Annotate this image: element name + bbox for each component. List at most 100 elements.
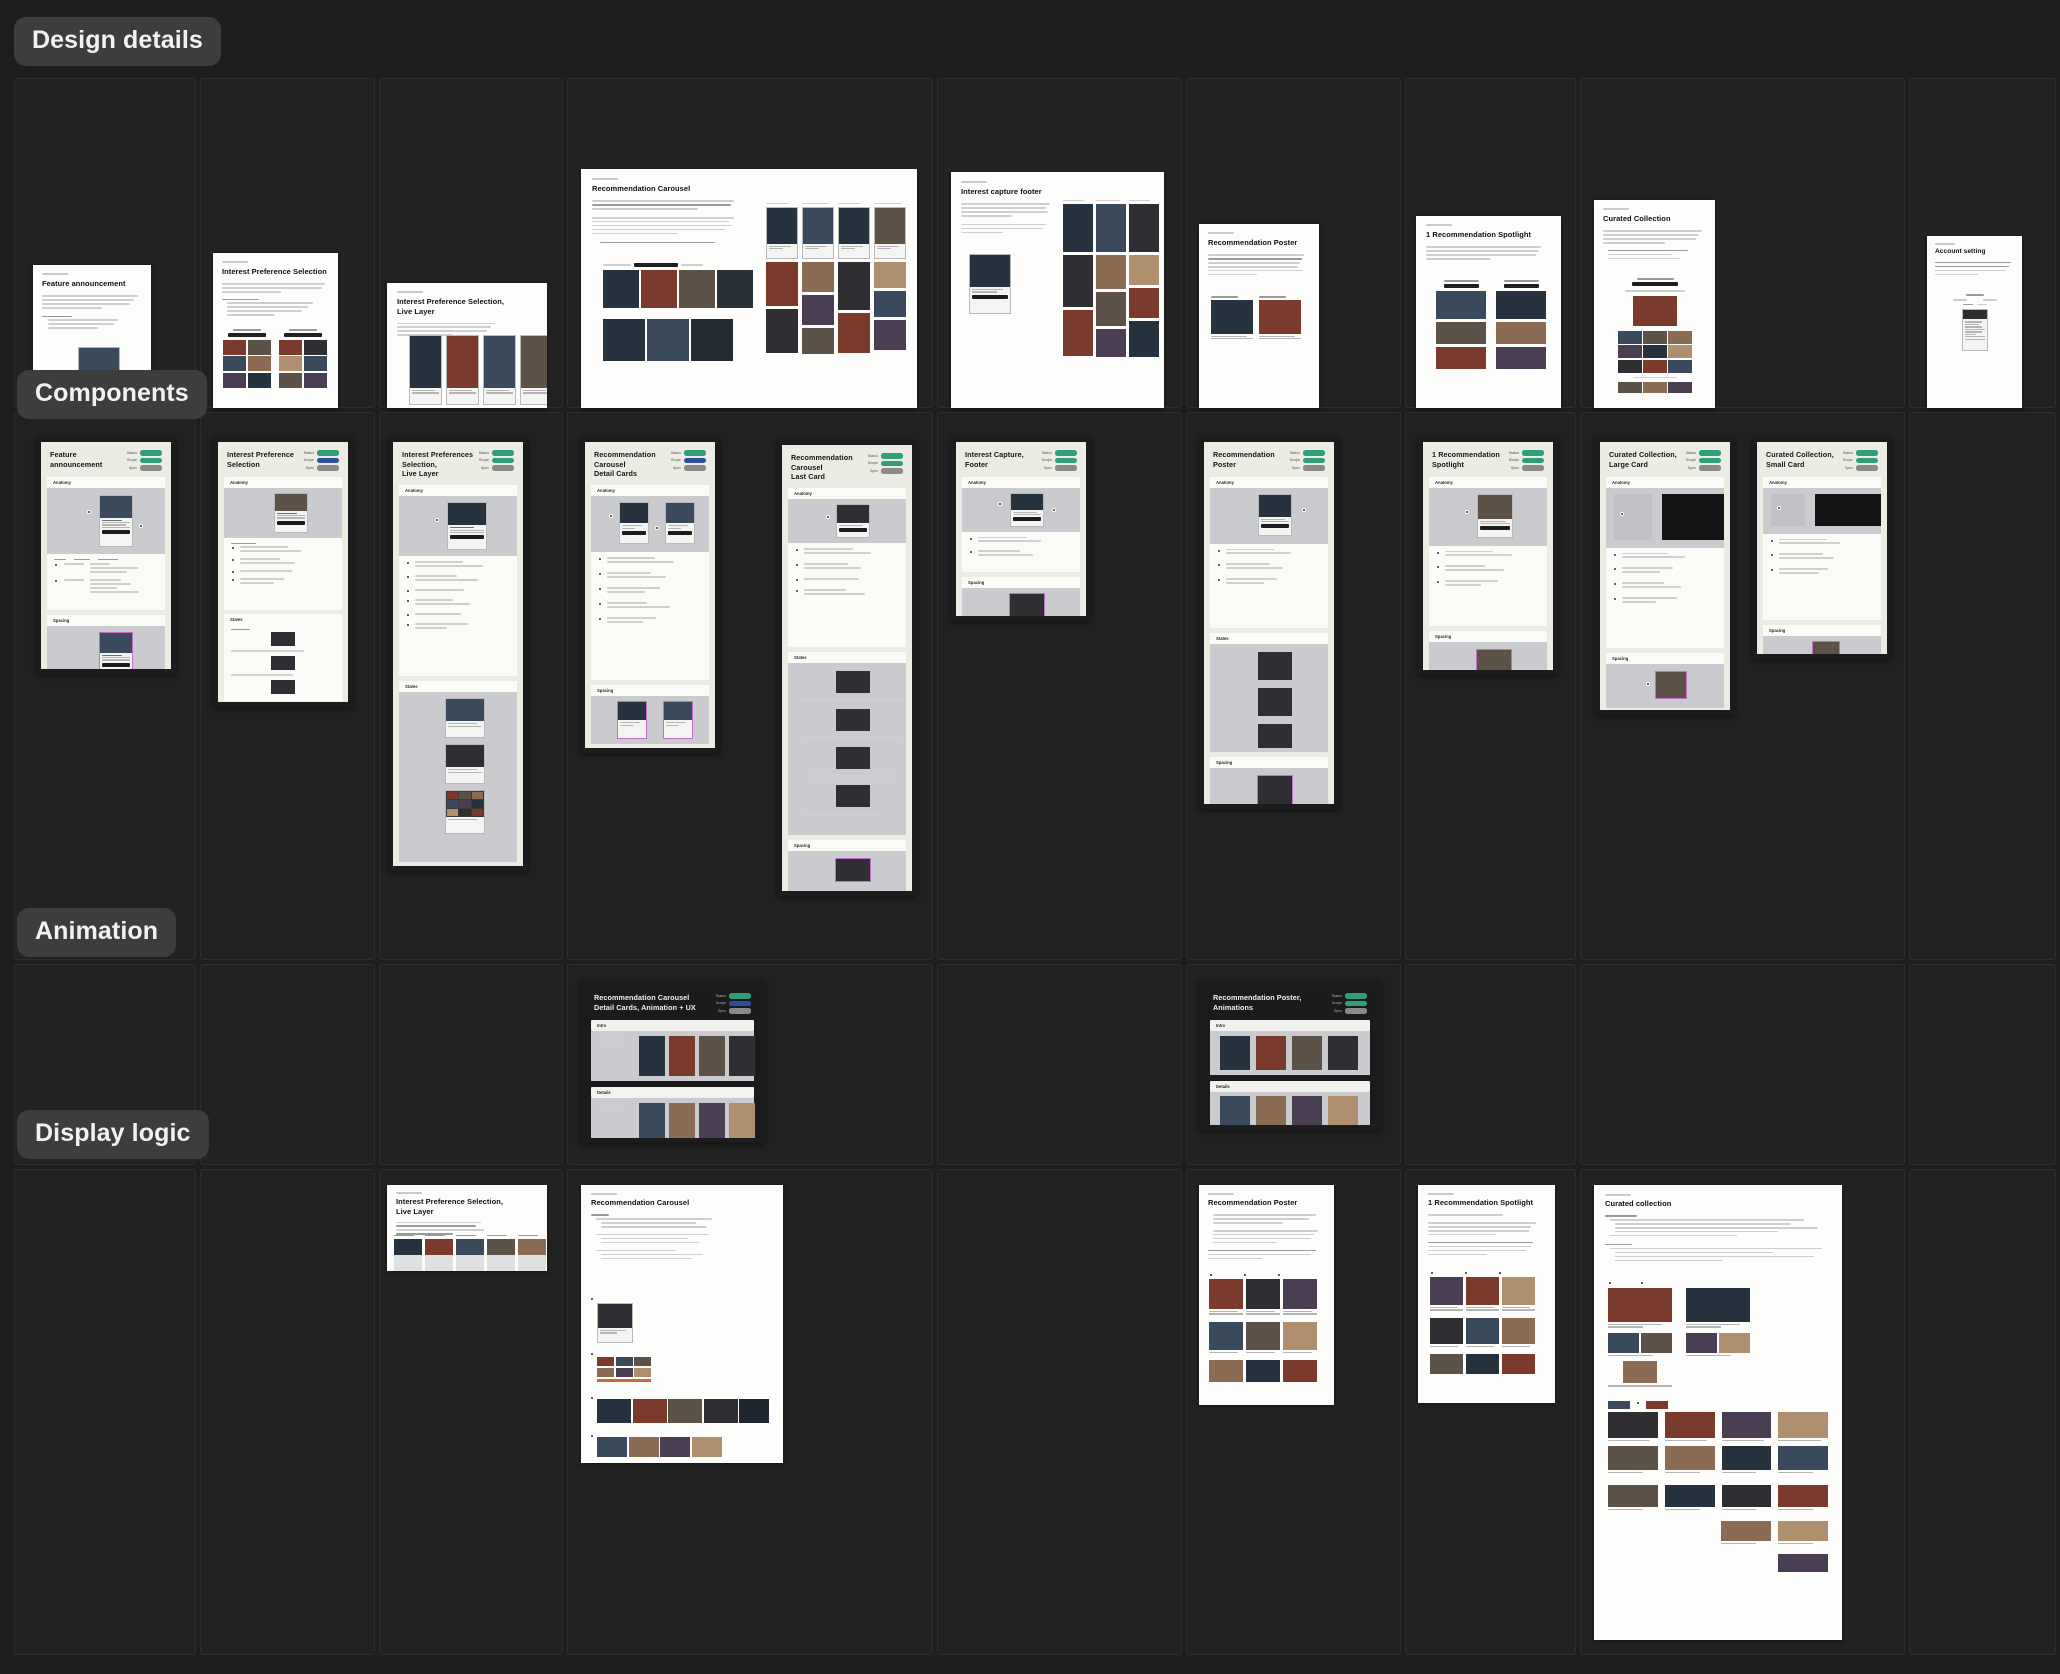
doc-phone-column xyxy=(874,203,906,354)
badge-key-status: Status xyxy=(670,450,681,455)
doc-phone-column xyxy=(838,203,870,354)
badge-key-scope: Scope xyxy=(1041,458,1052,463)
badge-value-spec xyxy=(492,465,514,471)
callout-dot xyxy=(590,1396,594,1400)
badge-key-scope: Scope xyxy=(1331,1001,1342,1006)
grid-frame-r4-c5[interactable] xyxy=(937,1169,1182,1655)
spec-card-feature-announcement[interactable]: Feature announcement Status Scope Spec A… xyxy=(36,437,176,674)
badge-value-spec xyxy=(140,465,162,471)
callout-dot xyxy=(655,526,659,531)
badge-value-scope xyxy=(1522,457,1544,463)
doc-recommendation-spotlight[interactable]: 1 Recommendation Spotlight xyxy=(1416,216,1561,408)
section-label-display-logic[interactable]: Display logic xyxy=(17,1110,209,1159)
doc-title: Interest Preference Selection, Live Laye… xyxy=(396,1197,503,1216)
badge-value-scope xyxy=(684,457,706,463)
states-stage xyxy=(788,663,906,836)
grid-frame-r4-c9[interactable] xyxy=(1909,1169,2056,1655)
section-band-anatomy: Anatomy xyxy=(1210,476,1328,488)
section-band-states: States xyxy=(224,613,342,625)
callout-dot xyxy=(826,515,830,520)
section-label-components[interactable]: Components xyxy=(17,370,207,419)
badge-value-scope xyxy=(492,457,514,463)
section-label-design-details[interactable]: Design details xyxy=(14,17,221,66)
spec-card-poster-animations[interactable]: Recommendation Poster, Animations Status… xyxy=(1199,980,1381,1130)
spec-card-badges: Status Scope Spec xyxy=(671,450,706,471)
badge-key-status: Status xyxy=(867,453,878,458)
doc-variant-a xyxy=(223,329,271,388)
design-board-canvas[interactable]: Design details Feature announcement Inte… xyxy=(0,0,2060,1674)
doc-display-logic-live-layer[interactable]: Interest Preference Selection, Live Laye… xyxy=(387,1185,547,1271)
badge-value-spec xyxy=(1522,465,1544,471)
doc-display-logic-recommendation-poster[interactable]: Recommendation Poster xyxy=(1199,1185,1334,1405)
grid-frame-r3-c8[interactable] xyxy=(1580,964,1905,1165)
spec-card-carousel-detail-animation[interactable]: Recommendation Carousel Detail Cards, An… xyxy=(580,980,765,1143)
badge-value-spec xyxy=(1303,465,1325,471)
doc-interest-preference-selection[interactable]: Interest Preference Selection xyxy=(213,253,338,408)
anatomy-stage xyxy=(1763,487,1881,534)
badge-key-spec: Spec xyxy=(1333,1008,1342,1013)
spec-card-curated-collection-large[interactable]: Curated Collection, Large Card Status Sc… xyxy=(1595,437,1735,715)
doc-display-logic-curated-collection[interactable]: Curated collection xyxy=(1594,1185,1842,1640)
doc-phone-mock xyxy=(409,335,442,405)
spec-card-title: Feature announcement xyxy=(50,450,103,469)
doc-account-setting[interactable]: Account setting xyxy=(1927,236,2022,408)
spec-card-recommendation-spotlight[interactable]: 1 Recommendation Spotlight Status Scope … xyxy=(1418,437,1558,675)
badge-key-scope: Scope xyxy=(1289,458,1300,463)
spec-card-interest-preferences-live-layer[interactable]: Interest Preferences Selection, Live Lay… xyxy=(388,437,528,871)
badge-value-scope xyxy=(1055,457,1077,463)
spec-card-recommendation-carousel-last-card[interactable]: Recommendation Carousel Last Card Status… xyxy=(777,440,917,896)
grid-frame-r3-c7[interactable] xyxy=(1405,964,1576,1165)
spec-card-title: Recommendation Poster, Animations xyxy=(1213,993,1302,1012)
spec-card-recommendation-poster[interactable]: Recommendation Poster Status Scope Spec … xyxy=(1199,437,1339,809)
doc-recommendation-carousel[interactable]: Recommendation Carousel xyxy=(581,169,917,408)
callout-dot xyxy=(139,523,143,528)
logic-variant xyxy=(518,1235,546,1271)
anatomy-legend xyxy=(788,543,906,648)
grid-frame-r2-c9[interactable] xyxy=(1909,412,2056,960)
badge-value-spec xyxy=(729,1008,751,1014)
section-label-animation[interactable]: Animation xyxy=(17,908,177,957)
badge-key-scope: Scope xyxy=(478,458,489,463)
doc-display-logic-spotlight[interactable]: 1 Recommendation Spotlight xyxy=(1418,1185,1555,1403)
doc-display-logic-recommendation-carousel[interactable]: Recommendation Carousel xyxy=(581,1185,783,1463)
states-stage xyxy=(399,692,517,863)
spec-card-badges: Status Scope Spec xyxy=(479,450,514,471)
badge-value-status xyxy=(317,450,339,456)
badge-key-spec: Spec xyxy=(717,1008,726,1013)
anatomy-legend xyxy=(47,553,165,610)
doc-title: Recommendation Poster xyxy=(1208,1198,1298,1207)
spec-card-curated-collection-small[interactable]: Curated Collection, Small Card Status Sc… xyxy=(1752,437,1892,659)
grid-frame-r3-c5[interactable] xyxy=(937,964,1182,1165)
spec-card-badges: Status Scope Spec xyxy=(716,993,751,1014)
logic-thumb-row xyxy=(597,1357,651,1382)
doc-variant-b xyxy=(1259,296,1301,341)
anatomy-stage xyxy=(591,496,709,553)
grid-frame-r4-c1[interactable] xyxy=(14,1169,196,1655)
spec-card-interest-capture-footer[interactable]: Interest Capture, Footer Status Scope Sp… xyxy=(951,437,1091,621)
doc-title: Curated collection xyxy=(1605,1199,1672,1208)
animation-stage-details xyxy=(591,1097,755,1138)
doc-interest-capture-footer[interactable]: Interest capture footer xyxy=(951,172,1164,408)
spec-card-interest-preference-selection[interactable]: Interest Preference Selection Status Sco… xyxy=(213,437,353,707)
anatomy-stage xyxy=(47,487,165,554)
badge-value-scope xyxy=(140,457,162,463)
callout-dot xyxy=(1777,505,1781,510)
carousel-preview-band xyxy=(603,263,753,308)
doc-interest-preference-live-layer[interactable]: Interest Preference Selection, Live Laye… xyxy=(387,283,547,408)
grid-frame-r4-c2[interactable] xyxy=(200,1169,375,1655)
grid-frame-r3-c9[interactable] xyxy=(1909,964,2056,1165)
doc-curated-collection[interactable]: Curated Collection xyxy=(1594,200,1715,408)
spacing-stage xyxy=(591,696,709,745)
section-band-anatomy: Anatomy xyxy=(1429,476,1547,488)
grid-frame-r3-c2[interactable] xyxy=(200,964,375,1165)
badge-key-spec: Spec xyxy=(1687,465,1696,470)
logic-poster-grid xyxy=(1209,1273,1324,1383)
spec-card-recommendation-carousel-detail-cards[interactable]: Recommendation Carousel Detail Cards Sta… xyxy=(580,437,720,753)
doc-phone-mock xyxy=(446,335,479,405)
doc-recommendation-poster[interactable]: Recommendation Poster xyxy=(1199,224,1319,408)
grid-frame-r3-c3[interactable] xyxy=(379,964,563,1165)
callout-dot xyxy=(435,518,439,523)
badge-key-status: Status xyxy=(1508,450,1519,455)
badge-value-spec xyxy=(1345,1008,1367,1014)
badge-value-scope xyxy=(1303,457,1325,463)
